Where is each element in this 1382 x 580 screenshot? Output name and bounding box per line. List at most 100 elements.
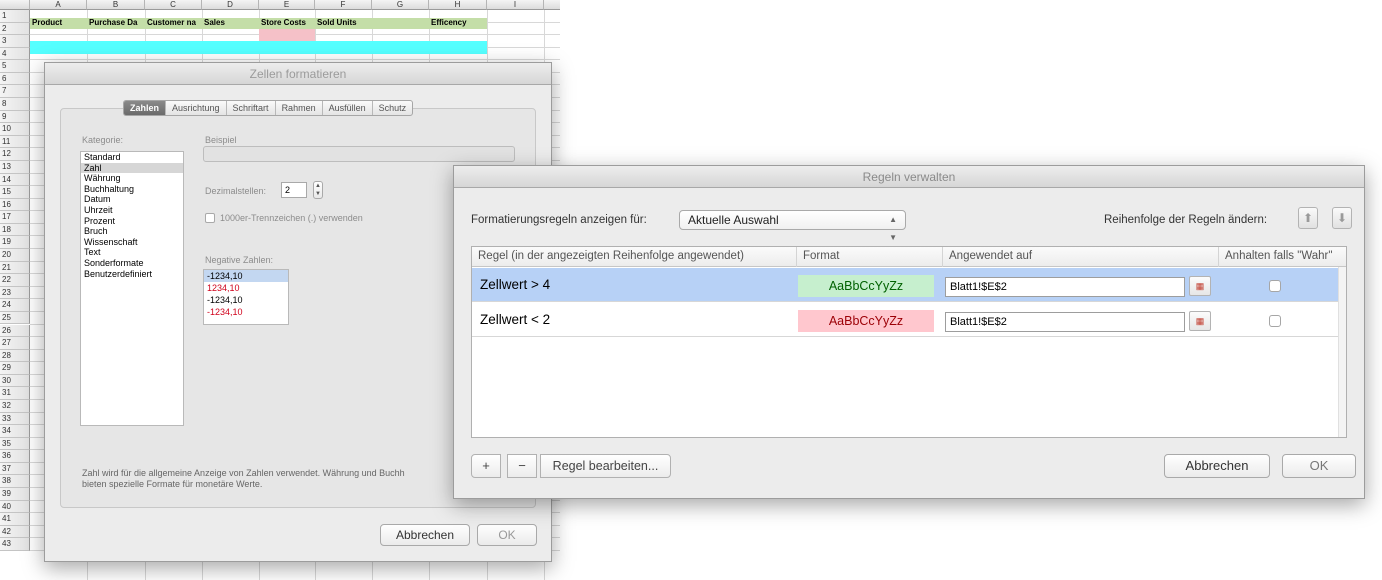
row-3-fill[interactable]	[30, 41, 487, 54]
cell-f1[interactable]: Sold Units	[315, 18, 372, 28]
tab-ausfuellen[interactable]: Ausfüllen	[323, 101, 373, 115]
row-header[interactable]: 37	[0, 462, 30, 476]
row-header[interactable]: 18	[0, 223, 30, 237]
row-header[interactable]: 27	[0, 337, 30, 350]
category-item[interactable]: Währung	[81, 173, 183, 184]
range-picker-icon[interactable]: ▦	[1189, 311, 1211, 331]
category-item[interactable]: Sonderformate	[81, 258, 183, 269]
row-header[interactable]: 4	[0, 47, 30, 61]
category-item[interactable]: Standard	[81, 152, 183, 163]
cell-c1[interactable]: Customer na	[145, 18, 202, 28]
row-header[interactable]: 15	[0, 186, 30, 199]
stop-if-true-checkbox[interactable]	[1269, 280, 1281, 292]
row-header[interactable]: 14	[0, 173, 30, 187]
row-header[interactable]: 42	[0, 525, 30, 539]
stop-if-true-checkbox[interactable]	[1269, 315, 1281, 327]
manage-rules-cancel-button[interactable]: Abbrechen	[1164, 454, 1270, 478]
column-header-d[interactable]: D	[202, 0, 259, 10]
rule-row[interactable]: Zellwert < 2 AaBbCcYyZz Blatt1!$E$2 ▦	[472, 303, 1346, 337]
decimal-stepper-icon[interactable]: ▲ ▼	[313, 181, 323, 199]
row-header[interactable]: 3	[0, 35, 30, 48]
column-rule[interactable]: Regel (in der angezeigten Reihenfolge an…	[472, 247, 797, 267]
tab-ausrichtung[interactable]: Ausrichtung	[166, 101, 227, 115]
category-item[interactable]: Uhrzeit	[81, 205, 183, 216]
cell-b1[interactable]: Purchase Da	[87, 18, 145, 28]
row-header[interactable]: 9	[0, 110, 30, 124]
rule-applies-to-input[interactable]: Blatt1!$E$2	[945, 277, 1185, 297]
row-header[interactable]: 11	[0, 135, 30, 149]
rule-applies-to-input[interactable]: Blatt1!$E$2	[945, 312, 1185, 332]
category-item-selected[interactable]: Zahl	[81, 162, 183, 174]
column-stop-if-true[interactable]: Anhalten falls "Wahr"	[1219, 247, 1346, 267]
row-header[interactable]: 38	[0, 475, 30, 489]
cell-d1[interactable]: Sales	[202, 18, 259, 28]
row-header[interactable]: 8	[0, 98, 30, 111]
row-header[interactable]: 28	[0, 349, 30, 363]
cell-a1[interactable]: Product	[30, 18, 87, 28]
rule-row-selected[interactable]: Zellwert > 4 AaBbCcYyZz Blatt1!$E$2 ▦	[472, 268, 1346, 302]
category-list[interactable]: Standard Zahl Währung Buchhaltung Datum …	[80, 151, 184, 426]
row-header[interactable]: 17	[0, 211, 30, 224]
tab-schriftart[interactable]: Schriftart	[227, 101, 276, 115]
category-item[interactable]: Benutzerdefiniert	[81, 269, 183, 280]
row-header[interactable]: 43	[0, 538, 30, 551]
show-rules-select[interactable]: Aktuelle Auswahl ▲ ▼	[679, 210, 906, 242]
row-header[interactable]: 32	[0, 399, 30, 413]
row-header[interactable]: 22	[0, 274, 30, 287]
row-header[interactable]: 10	[0, 123, 30, 136]
negative-option-selected[interactable]: -1234,10	[204, 270, 288, 282]
rules-scrollbar[interactable]	[1338, 267, 1346, 437]
row-header[interactable]: 1	[0, 10, 30, 23]
row-header[interactable]: 29	[0, 362, 30, 375]
tab-schutz[interactable]: Schutz	[373, 101, 413, 115]
category-item[interactable]: Prozent	[81, 216, 183, 227]
row-header[interactable]: 7	[0, 85, 30, 99]
row-header[interactable]: 13	[0, 160, 30, 174]
column-header-a[interactable]: A	[30, 0, 87, 10]
negative-option[interactable]: 1234,10	[204, 282, 288, 294]
row-header[interactable]: 12	[0, 148, 30, 161]
row-header[interactable]: 41	[0, 513, 30, 526]
negative-option[interactable]: -1234,10	[204, 294, 288, 306]
column-header-g[interactable]: G	[372, 0, 429, 10]
column-header-h[interactable]: H	[429, 0, 487, 10]
row-header[interactable]: 40	[0, 500, 30, 514]
row-header[interactable]: 39	[0, 488, 30, 501]
cell-e2-highlight[interactable]	[259, 29, 315, 41]
move-up-icon[interactable]: ⬆	[1298, 207, 1318, 229]
row-header[interactable]: 16	[0, 198, 30, 212]
row-header[interactable]: 6	[0, 72, 30, 86]
category-item[interactable]: Text	[81, 247, 183, 258]
tab-rahmen[interactable]: Rahmen	[276, 101, 323, 115]
category-item[interactable]: Buchhaltung	[81, 184, 183, 195]
row-header[interactable]: 25	[0, 311, 30, 325]
edit-rule-button[interactable]: Regel bearbeiten...	[540, 454, 671, 478]
row-header[interactable]: 35	[0, 437, 30, 451]
move-down-icon[interactable]: ⬇	[1332, 207, 1352, 229]
category-item[interactable]: Datum	[81, 194, 183, 205]
row-header[interactable]: 2	[0, 22, 30, 36]
format-cells-cancel-button[interactable]: Abbrechen	[380, 524, 470, 546]
row-header[interactable]: 34	[0, 425, 30, 438]
row-header[interactable]: 30	[0, 374, 30, 388]
decimal-places-input[interactable]: 2	[281, 182, 307, 198]
column-applied-to[interactable]: Angewendet auf	[943, 247, 1219, 267]
column-header-e[interactable]: E	[259, 0, 315, 10]
negative-numbers-list[interactable]: -1234,10 1234,10 -1234,10 -1234,10	[203, 269, 289, 325]
remove-rule-button[interactable]: −	[507, 454, 537, 478]
range-picker-icon[interactable]: ▦	[1189, 276, 1211, 296]
row-header[interactable]: 26	[0, 324, 30, 338]
row-header[interactable]: 20	[0, 249, 30, 262]
add-rule-button[interactable]: +	[471, 454, 501, 478]
row-header[interactable]: 31	[0, 387, 30, 400]
column-header-f[interactable]: F	[315, 0, 372, 10]
row-header[interactable]: 5	[0, 60, 30, 73]
row-header[interactable]: 24	[0, 299, 30, 312]
row-header[interactable]: 33	[0, 412, 30, 426]
format-cells-ok-button[interactable]: OK	[477, 524, 537, 546]
row-header[interactable]: 36	[0, 450, 30, 463]
manage-rules-ok-button[interactable]: OK	[1282, 454, 1356, 478]
row-header[interactable]: 21	[0, 261, 30, 275]
column-header-c[interactable]: C	[145, 0, 202, 10]
negative-option[interactable]: -1234,10	[204, 306, 288, 318]
